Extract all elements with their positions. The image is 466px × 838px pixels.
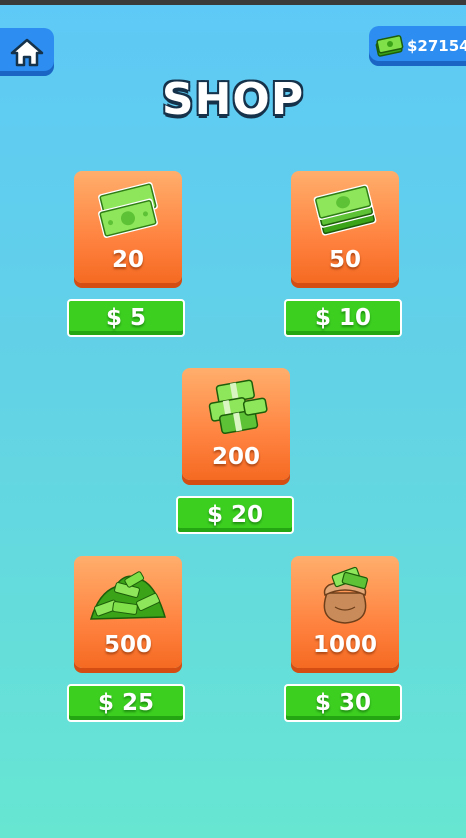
home-icon	[10, 38, 44, 67]
currency-display: $271547	[369, 26, 466, 66]
item-amount: 200	[211, 444, 260, 470]
shop-item-1000[interactable]: 1000	[291, 556, 399, 668]
shop-item-500[interactable]: 500	[74, 556, 182, 668]
cash-stack-icon	[375, 35, 404, 57]
home-button[interactable]	[0, 28, 54, 76]
cash-pile-icon	[89, 571, 166, 620]
page-title: SHOP	[161, 74, 305, 125]
buy-button-20[interactable]: $ 5	[67, 299, 185, 337]
item-amount: 500	[103, 632, 152, 658]
banknote-stack-icon	[313, 184, 377, 236]
shop-item-50[interactable]: 50	[291, 171, 399, 283]
shop-item-200[interactable]: 200	[182, 368, 290, 480]
top-border	[0, 0, 466, 5]
currency-amount: $271547	[407, 37, 466, 55]
buy-button-200[interactable]: $ 20	[176, 496, 294, 534]
shop-item-20[interactable]: 20	[74, 171, 182, 283]
money-bag-icon	[323, 566, 369, 624]
cash-bundles-icon	[208, 379, 268, 435]
buy-button-1000[interactable]: $ 30	[284, 684, 402, 722]
item-amount: 50	[328, 247, 361, 273]
item-amount: 20	[111, 247, 144, 273]
buy-button-50[interactable]: $ 10	[284, 299, 402, 337]
two-banknotes-icon	[98, 182, 158, 238]
buy-button-500[interactable]: $ 25	[67, 684, 185, 722]
item-amount: 1000	[312, 632, 377, 658]
